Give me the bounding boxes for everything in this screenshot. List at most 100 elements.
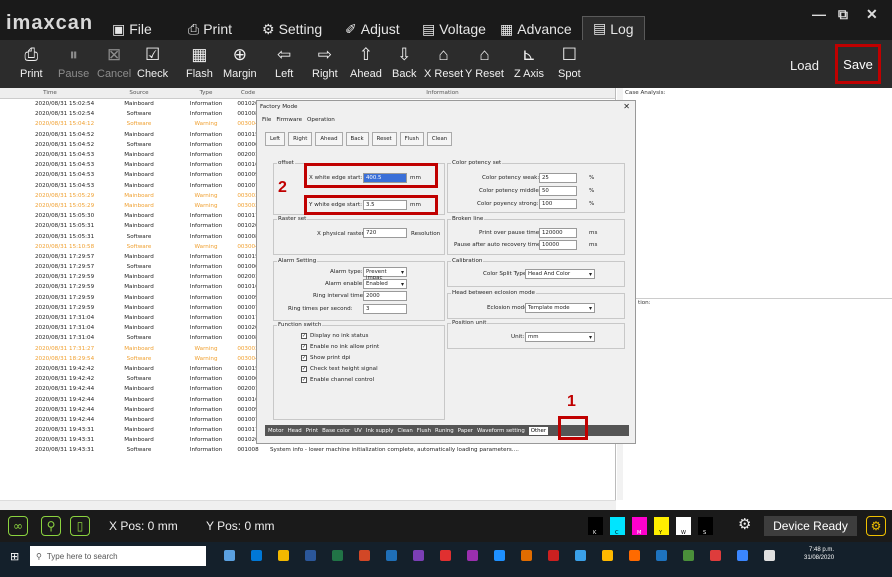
dialog-tab-ink-supply[interactable]: Ink supply — [366, 428, 394, 434]
dialog-back-button[interactable]: Back — [345, 132, 369, 146]
dialog-tab-waveform[interactable]: Waveform setting — [477, 428, 525, 434]
flash-button[interactable]: ▦ Flash — [186, 44, 213, 80]
taskbar-clock[interactable]: 7:48 p.m. 31/08/2020 — [804, 546, 834, 562]
tab-setting[interactable]: ⚙ Setting — [262, 18, 322, 40]
tab-advance[interactable]: ▦ Advance — [500, 18, 572, 40]
left-button[interactable]: ⇦ Left — [275, 44, 293, 80]
tab-voltage[interactable]: ▤ Voltage — [422, 18, 486, 40]
tab-adjust[interactable]: ✐ Adjust — [345, 18, 400, 40]
taskbar-search[interactable]: ⚲ Type here to search — [30, 546, 206, 566]
tab-file[interactable]: ▣ File — [112, 18, 152, 40]
check-button[interactable]: ☑ Check — [137, 44, 168, 80]
taskbar-app-icon[interactable] — [602, 550, 613, 561]
dialog-menu-file[interactable]: File — [262, 117, 271, 123]
color-split-type-select[interactable]: Head And Color — [525, 269, 595, 279]
back-button[interactable]: ⇩ Back — [392, 44, 416, 80]
taskbar-app-icon[interactable] — [332, 550, 343, 561]
load-button[interactable]: Load — [790, 58, 819, 73]
horizontal-scrollbar[interactable] — [0, 500, 616, 510]
save-button[interactable]: Save — [835, 44, 881, 84]
z-axis-button[interactable]: ⊾ Z Axis — [514, 44, 544, 80]
hardware-icon[interactable]: ⚲ — [41, 516, 61, 536]
taskbar-app-icon[interactable] — [305, 550, 316, 561]
color-strong-input[interactable]: 100 — [539, 199, 577, 209]
dialog-tab-uv[interactable]: UV — [354, 428, 362, 434]
taskbar-app-icon[interactable] — [710, 550, 721, 561]
dialog-tab-paper[interactable]: Paper — [458, 428, 473, 434]
taskbar-app-icon[interactable] — [440, 550, 451, 561]
dialog-menu-operation[interactable]: Operation — [307, 117, 335, 123]
taskbar-app-icon[interactable] — [656, 550, 667, 561]
table-row[interactable]: 2020/08/31 19:43:31 Software Information 00… — [0, 445, 615, 455]
print-button[interactable]: ⎙ Print — [20, 44, 43, 80]
ring-interval-input[interactable]: 2000 — [363, 291, 407, 301]
dialog-left-button[interactable]: Left — [265, 132, 286, 146]
dialog-tab-motor[interactable]: Motor — [268, 428, 284, 434]
dialog-ahead-button[interactable]: Ahead — [315, 132, 343, 146]
taskbar-app-icon[interactable] — [629, 550, 640, 561]
column-header-type[interactable]: Type — [178, 90, 234, 96]
taskbar-app-icon[interactable] — [359, 550, 370, 561]
ring-times-input[interactable]: 3 — [363, 304, 407, 314]
minimize-button[interactable]: — — [812, 6, 826, 22]
unit-select[interactable]: mm — [525, 332, 595, 342]
taskbar-app-icon[interactable] — [494, 550, 505, 561]
dialog-tab-head[interactable]: Head — [288, 428, 302, 434]
settings-gear-icon[interactable]: ⚙ — [738, 515, 751, 533]
checkbox-channel-control[interactable]: ✓ Enable channel control — [301, 377, 374, 383]
dialog-right-button[interactable]: Right — [288, 132, 313, 146]
dialog-tab-clean[interactable]: Clean — [397, 428, 412, 434]
taskbar-app-icon[interactable] — [764, 550, 775, 561]
windows-start-icon[interactable]: ⊞ — [10, 550, 19, 563]
dialog-tab-other[interactable]: Other — [528, 426, 549, 435]
color-middle-input[interactable]: 50 — [539, 186, 577, 196]
eclosion-mode-select[interactable]: Template mode — [525, 303, 595, 313]
pause-button[interactable]: ⏸ Pause — [58, 44, 89, 80]
dialog-reset-button[interactable]: Reset — [371, 132, 397, 146]
print-over-pause-input[interactable]: 120000 — [539, 228, 577, 238]
taskbar-app-icon[interactable] — [413, 550, 424, 561]
right-button[interactable]: ⇨ Right — [312, 44, 338, 80]
alarm-type-select[interactable]: Prevent impac — [363, 267, 407, 281]
link-icon[interactable]: ∞ — [8, 516, 28, 536]
checkbox-show-print-dpi[interactable]: ✓ Show print dpi — [301, 355, 350, 361]
column-header-code[interactable]: Code — [234, 90, 262, 96]
taskbar-app-icon[interactable] — [548, 550, 559, 561]
column-header-time[interactable]: Time — [0, 90, 100, 96]
y-reset-button[interactable]: ⌂ Y Reset — [465, 44, 504, 80]
taskbar-app-icon[interactable] — [521, 550, 532, 561]
dialog-tab-flush[interactable]: Flush — [417, 428, 431, 434]
taskbar-app-icon[interactable] — [467, 550, 478, 561]
cancel-button[interactable]: ⊠ Cancel — [97, 44, 131, 80]
taskbar-app-icon[interactable] — [224, 550, 235, 561]
close-button[interactable]: ✕ — [866, 6, 878, 23]
margin-button[interactable]: ⊕ Margin — [223, 44, 257, 80]
dialog-flush-button[interactable]: Flush — [399, 132, 424, 146]
color-weak-input[interactable]: 25 — [539, 173, 577, 183]
dialog-tab-runing[interactable]: Runing — [435, 428, 454, 434]
column-header-source[interactable]: Source — [100, 90, 178, 96]
ahead-button[interactable]: ⇧ Ahead — [350, 44, 382, 80]
x-reset-button[interactable]: ⌂ X Reset — [424, 44, 463, 80]
column-header-information[interactable]: Information — [262, 90, 615, 96]
tab-log[interactable]: ▤ Log — [582, 16, 645, 40]
taskbar-app-icon[interactable] — [278, 550, 289, 561]
dialog-close-icon[interactable]: ✕ — [623, 102, 630, 111]
dialog-tab-print[interactable]: Print — [306, 428, 318, 434]
checkbox-display-no-ink[interactable]: ✓ Display no ink status — [301, 333, 368, 339]
dialog-clean-button[interactable]: Clean — [426, 132, 453, 146]
tab-print[interactable]: ⎙ Print — [188, 18, 232, 40]
x-physical-raster-input[interactable]: 720 — [363, 228, 407, 238]
taskbar-app-icon[interactable] — [251, 550, 262, 561]
alert-gear-icon[interactable]: ⚙ — [866, 516, 886, 536]
taskbar-app-icon[interactable] — [683, 550, 694, 561]
taskbar-app-icon[interactable] — [737, 550, 748, 561]
alarm-enable-select[interactable]: Enabled — [363, 279, 407, 289]
dialog-menu-firmware[interactable]: Firmware — [276, 117, 302, 123]
checkbox-no-ink-allow-print[interactable]: ✓ Enable no ink allow print — [301, 344, 379, 350]
dialog-tab-base-color[interactable]: Base color — [322, 428, 350, 434]
ink-bottle-icon[interactable]: ▯ — [70, 516, 90, 536]
taskbar-app-icon[interactable] — [575, 550, 586, 561]
auto-recovery-input[interactable]: 10000 — [539, 240, 577, 250]
spot-button[interactable]: ☐ Spot — [558, 44, 581, 80]
